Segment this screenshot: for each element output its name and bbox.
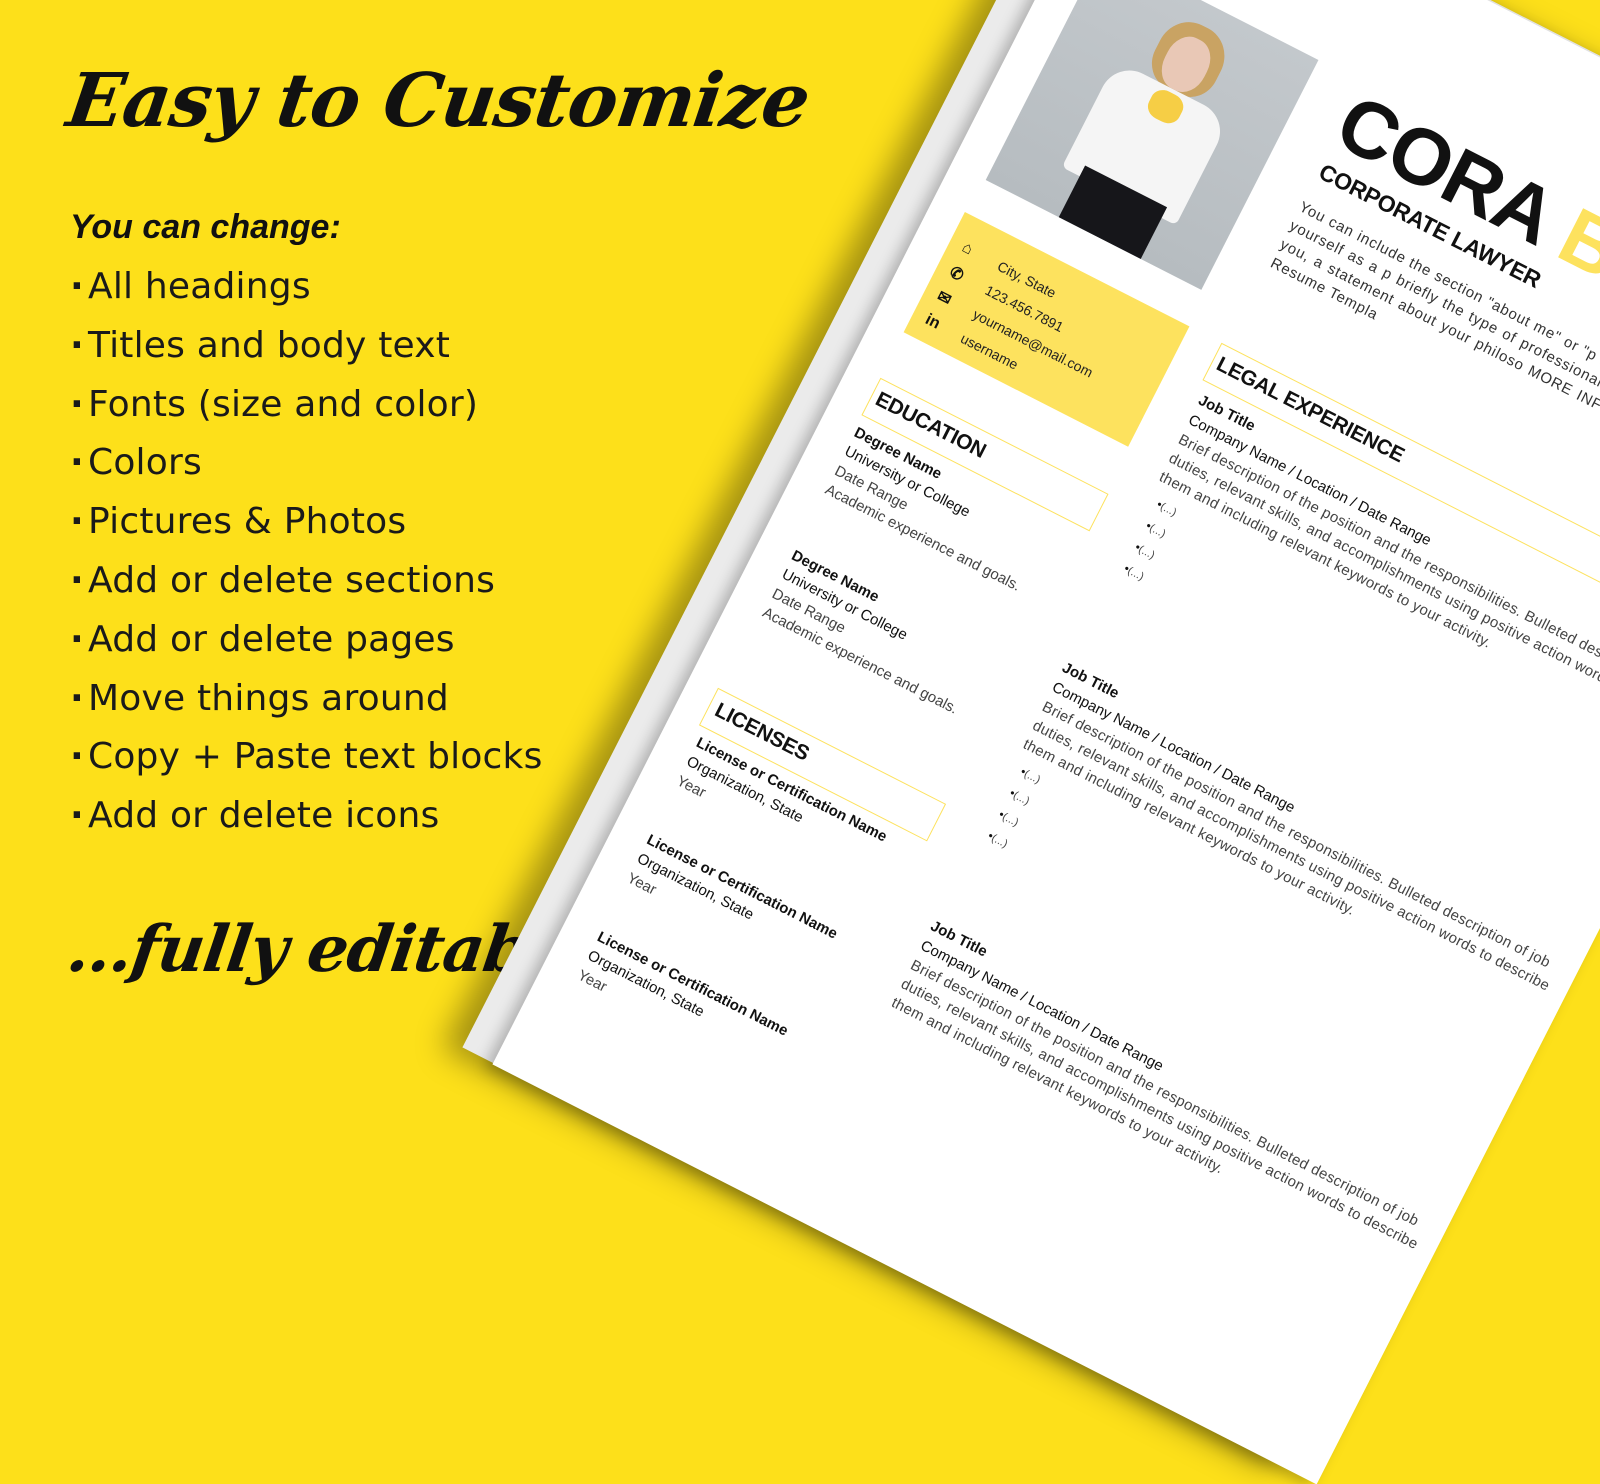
feature-text: Copy + Paste text blocks — [88, 736, 543, 778]
feature-text: Add or delete icons — [88, 795, 440, 837]
feature-item: · Copy + Paste text blocks — [70, 732, 543, 791]
bullet-dot: · — [70, 383, 84, 425]
feature-item: · Add or delete sections — [70, 556, 543, 615]
bullet-dot: · — [70, 501, 84, 543]
bullet-dot: · — [70, 266, 84, 307]
feature-text: Titles and body text — [88, 324, 451, 366]
feature-item: · Titles and body text — [70, 321, 543, 380]
feature-item: · All headings — [70, 262, 543, 321]
feature-text: Move things around — [88, 677, 449, 719]
bullet-dot: · — [70, 559, 84, 601]
feature-text: Fonts (size and color) — [88, 383, 479, 425]
bullet-dot: · — [70, 795, 84, 837]
feature-text: Colors — [88, 442, 202, 484]
bullet-dot: · — [70, 324, 84, 366]
feature-text: All headings — [88, 266, 311, 307]
feature-item: · Colors — [70, 438, 543, 497]
bullet-dot: · — [70, 736, 84, 778]
profile-photo — [985, 0, 1319, 290]
headline: Easy to Customize — [61, 58, 815, 144]
feature-text: Pictures & Photos — [88, 501, 407, 543]
feature-list: · All headings · Titles and body text · Fon… — [70, 262, 543, 850]
feature-text: Add or delete sections — [88, 559, 496, 601]
bullet-dot: · — [70, 442, 84, 484]
feature-item: · Fonts (size and color) — [70, 380, 543, 439]
feature-item: · Add or delete icons — [70, 791, 543, 850]
subheading: You can change: — [70, 208, 341, 246]
feature-item: · Add or delete pages — [70, 615, 543, 674]
bullet-dot: · — [70, 618, 84, 660]
last-name: BA — [1545, 190, 1600, 322]
bullet-dot: · — [70, 677, 84, 719]
feature-item: · Move things around — [70, 674, 543, 733]
feature-item: · Pictures & Photos — [70, 497, 543, 556]
feature-text: Add or delete pages — [88, 618, 455, 660]
